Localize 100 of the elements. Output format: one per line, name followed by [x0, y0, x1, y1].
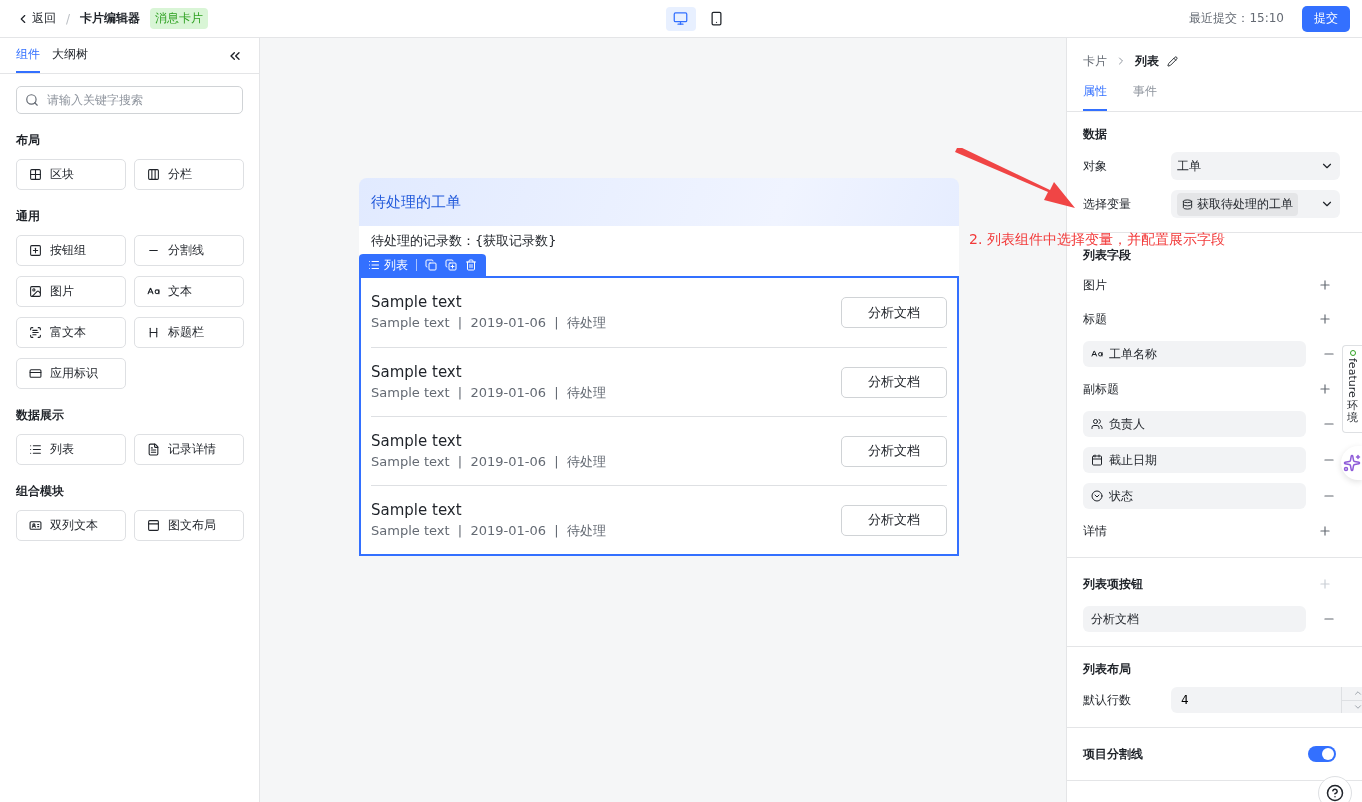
section-title: 布局 — [16, 132, 41, 149]
plus-icon — [1318, 524, 1332, 538]
breadcrumb-separator: / — [66, 11, 71, 26]
field-label: 对象 — [1083, 157, 1108, 175]
search-input[interactable]: 请输入关键字搜索 — [45, 92, 234, 108]
plus-icon — [1318, 312, 1332, 326]
section-title: 通用 — [16, 208, 41, 225]
section-title: 数据展示 — [16, 407, 65, 424]
page-title: 卡片编辑器 — [80, 10, 141, 27]
submit-button[interactable]: 提交 — [1302, 5, 1350, 32]
list-component[interactable]: Sample text Sample text | 2019-01-06 | 待处理 分析文档 Sample text Sample text | 2019-01-06 | 待处理 分析文档 Sample text Sample text | 2019-01-06 | 待处理 分析文档 Sample text Sample text | 2019-01-06 | 待处理 分析文档 — [359, 276, 959, 556]
search-field[interactable]: 请输入关键字搜索 — [16, 86, 243, 114]
layout-icon — [147, 519, 160, 532]
image-icon — [29, 285, 42, 298]
section-title: 列表项按钮 — [1083, 576, 1143, 592]
component-item[interactable]: 分割线 — [134, 235, 244, 266]
row-action-button[interactable]: 分析文档 — [841, 366, 947, 398]
field-group-label: 副标题 — [1083, 380, 1119, 398]
toolbar-label: 列表 — [368, 256, 408, 274]
component-item[interactable]: 列表 — [16, 434, 126, 465]
button-chip[interactable]: 分析文档 — [1083, 606, 1306, 632]
calendar-icon — [1091, 454, 1103, 466]
section-title: 数据 — [1083, 126, 1108, 142]
grid-icon — [29, 168, 42, 181]
plus-icon — [1318, 577, 1332, 591]
plus-icon — [1318, 278, 1332, 292]
card-icon — [29, 367, 42, 380]
row-subtitle: Sample text | 2019-01-06 | 待处理 — [371, 314, 607, 332]
component-item[interactable]: 区块 — [16, 159, 126, 190]
id-card-icon — [29, 519, 42, 532]
toggle-switch[interactable] — [1308, 746, 1336, 762]
edit-icon[interactable] — [1167, 55, 1178, 67]
copy-icon[interactable] — [425, 259, 437, 271]
field-label: 默认行数 — [1083, 691, 1132, 709]
search-icon — [25, 93, 39, 107]
component-item[interactable]: 双列文本 — [16, 510, 126, 541]
add-box-icon — [29, 244, 42, 257]
list-icon — [29, 443, 42, 456]
row-action-button[interactable]: 分析文档 — [841, 297, 947, 328]
component-item[interactable]: 富文本 — [16, 317, 126, 348]
data-icon — [1182, 198, 1193, 210]
field-chip[interactable]: 截止日期 — [1083, 447, 1306, 473]
document-icon — [147, 443, 160, 456]
row-title: Sample text — [371, 362, 463, 381]
heading-icon — [147, 326, 160, 339]
ai-assistant-button[interactable] — [1341, 446, 1362, 480]
annotation-text: 2. 列表组件中选择变量，并配置展示字段 — [969, 231, 1225, 248]
field-group-label: 图片 — [1083, 276, 1107, 294]
row-title: Sample text — [371, 500, 463, 519]
section-title: 项目分割线 — [1083, 746, 1143, 762]
field-chip[interactable]: 状态 — [1083, 483, 1306, 509]
monitor-icon — [673, 11, 689, 26]
component-item[interactable]: 分栏 — [134, 159, 244, 190]
section-title: 列表字段 — [1083, 247, 1132, 263]
row-action-button[interactable]: 分析文档 — [841, 435, 947, 467]
section-title: 列表布局 — [1083, 661, 1132, 677]
device-toggle[interactable] — [665, 6, 696, 31]
property-tab[interactable]: 属性 — [1083, 74, 1107, 111]
field-group-label: 详情 — [1083, 522, 1107, 540]
row-title: Sample text — [371, 431, 463, 450]
columns-icon — [147, 168, 160, 181]
component-item[interactable]: 文本 — [134, 276, 244, 307]
component-item[interactable]: 按钮组 — [16, 235, 126, 266]
back-button[interactable]: 返回 — [16, 10, 56, 27]
text-icon — [1091, 348, 1103, 360]
field-chip[interactable]: 负责人 — [1083, 411, 1306, 437]
card-title: 待处理的工单 — [371, 192, 461, 212]
field-chip[interactable]: 工单名称 — [1083, 341, 1306, 367]
row-title: Sample text — [371, 293, 463, 311]
feature-tab[interactable]: feature 环境 — [1342, 345, 1362, 433]
section-title: 组合模块 — [16, 483, 65, 500]
trash-icon[interactable] — [465, 259, 477, 271]
row-subtitle: Sample text | 2019-01-06 | 待处理 — [371, 521, 607, 540]
plus-icon — [1318, 382, 1332, 396]
panel-tab[interactable]: 组件 — [16, 38, 40, 73]
row-subtitle: Sample text | 2019-01-06 | 待处理 — [371, 452, 607, 471]
record-count-text: 待处理的记录数：{获取记录数} — [370, 232, 558, 250]
phone-icon — [709, 11, 725, 26]
last-submit-time: 最近提交：15:10 — [1189, 10, 1284, 27]
field-label: 选择变量 — [1083, 195, 1132, 213]
dropdown-icon — [1091, 490, 1103, 502]
people-icon — [1091, 418, 1103, 430]
row-action-button[interactable]: 分析文档 — [841, 504, 947, 536]
variable-select[interactable]: 获取待处理的工单 — [1171, 190, 1340, 218]
component-item[interactable]: 标题栏 — [134, 317, 244, 348]
component-item[interactable]: 图片 — [16, 276, 126, 307]
help-button[interactable] — [1318, 776, 1352, 802]
component-item[interactable]: 记录详情 — [134, 434, 244, 465]
field-group-label: 标题 — [1083, 310, 1107, 328]
breadcrumb-parent[interactable]: 卡片 — [1083, 52, 1107, 70]
scan-text-icon — [29, 326, 42, 339]
card-type-badge: 消息卡片 — [150, 8, 209, 29]
duplicate-icon[interactable] — [445, 259, 457, 271]
component-item[interactable]: 应用标识 — [16, 358, 126, 389]
breadcrumb-current: 列表 — [1135, 52, 1159, 70]
panel-tab[interactable]: 大纲树 — [52, 38, 88, 73]
object-select[interactable]: 工单 — [1171, 152, 1340, 180]
variable-tag: 获取待处理的工单 — [1177, 192, 1298, 216]
sparkle-icon — [1342, 454, 1361, 472]
component-item[interactable]: 图文布局 — [134, 510, 244, 541]
